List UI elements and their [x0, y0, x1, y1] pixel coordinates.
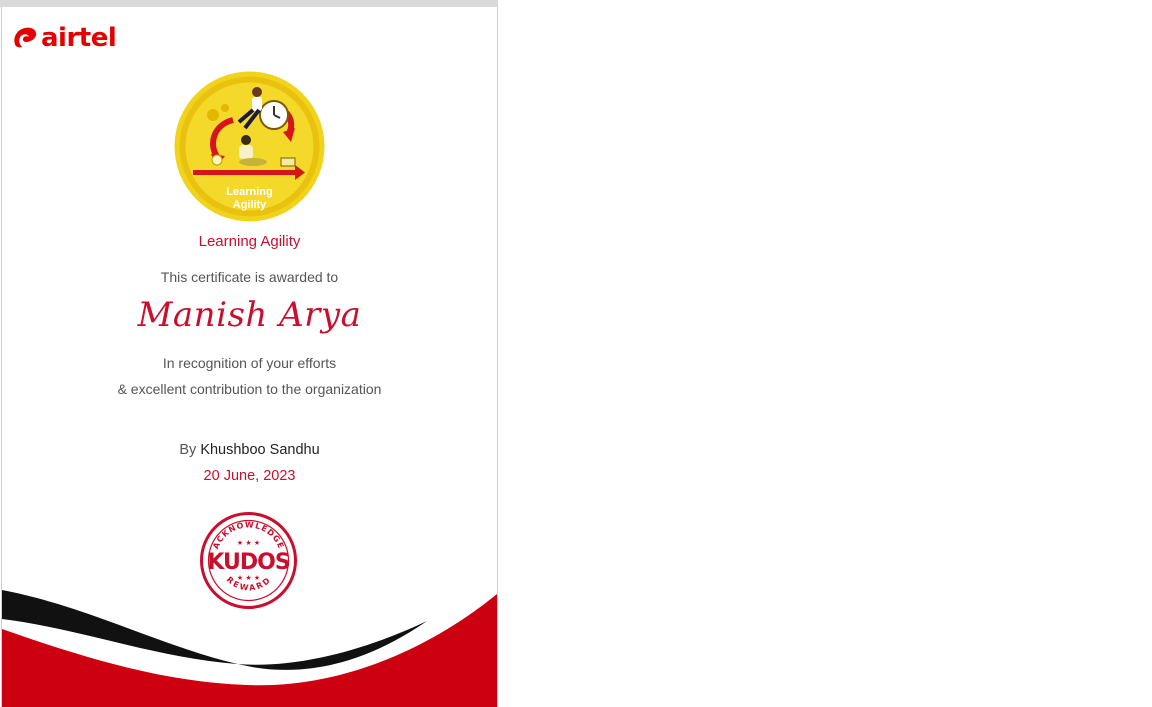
learning-agility-badge: Learning Agility [173, 70, 326, 223]
airtel-wordmark: airtel [41, 23, 117, 53]
award-date: 20 June, 2023 [203, 468, 296, 484]
by-prefix: By [179, 442, 197, 458]
svg-text:★ ★ ★: ★ ★ ★ [237, 539, 260, 547]
stamp-main-text: KUDOS [207, 550, 289, 575]
airtel-swirl-icon [14, 27, 37, 48]
svg-text:★ ★ ★: ★ ★ ★ [237, 574, 260, 582]
viewer-top-bar [0, 0, 498, 7]
kudos-stamp-graphic: ACKNOWLEDGE ★ ★ ★ KUDOS ★ ★ ★ REWARD [200, 512, 297, 609]
recipient-name: Manish Arya [137, 295, 362, 335]
kudos-stamp: ACKNOWLEDGE ★ ★ ★ KUDOS ★ ★ ★ REWARD [198, 510, 299, 611]
awarded-by-line: By Khushboo Sandhu [2, 442, 497, 458]
recognition-line-2: & excellent contribution to the organiza… [117, 381, 382, 397]
badge-caption-line2: Agility [232, 199, 267, 211]
airtel-logo: airtel [12, 23, 117, 53]
certificate-badge-name: Learning Agility [198, 233, 301, 250]
badge-caption-line1: Learning [226, 186, 273, 198]
recognition-line-1: In recognition of your efforts [162, 355, 337, 371]
awarded-to-text: This certificate is awarded to [160, 269, 339, 285]
certificate-card: airtel Learning Agility Learning Agility… [1, 7, 498, 707]
giver-name: Khushboo Sandhu [200, 442, 320, 458]
